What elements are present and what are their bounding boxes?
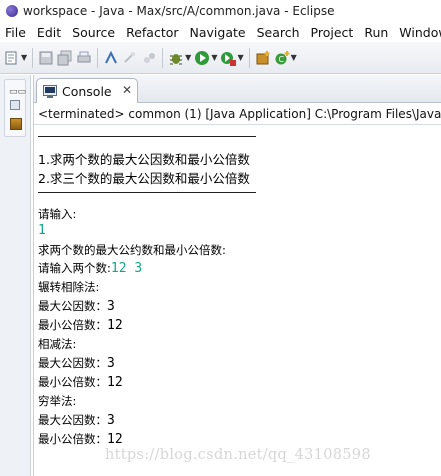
toolbar-separator xyxy=(97,47,99,68)
lcm-value: 12 xyxy=(107,432,123,447)
debug-icon xyxy=(170,53,183,64)
gcd-value: 3 xyxy=(107,356,115,371)
lcm-value: 12 xyxy=(107,375,123,390)
run-icon xyxy=(195,50,210,65)
lcm-value: 12 xyxy=(107,318,123,333)
lcm-label: 最小公倍数： xyxy=(38,375,107,389)
toolbar-separator xyxy=(32,47,34,68)
chevron-down-icon[interactable]: ▼ xyxy=(21,53,27,62)
divider-line xyxy=(38,136,256,137)
section-heading: 求两个数的最大公约数和最小公倍数: xyxy=(38,243,226,257)
window-title: workspace - Java - Max/src/A/common.java… xyxy=(23,4,335,18)
chevron-down-icon[interactable]: ▼ xyxy=(185,53,191,62)
method-subtraction-label: 相减法: xyxy=(38,337,77,351)
method-exhaustive-label: 穷举法: xyxy=(38,394,77,408)
save-button[interactable] xyxy=(38,48,54,68)
new-java-package-icon xyxy=(256,50,270,64)
external-tools-icon xyxy=(221,51,237,66)
chevron-down-icon[interactable]: ▼ xyxy=(237,53,243,62)
restore-icon[interactable] xyxy=(10,100,20,110)
save-icon xyxy=(39,51,53,64)
svg-text:C: C xyxy=(278,55,284,64)
prompt-two-numbers-line: 请输入两个数:12 3 xyxy=(38,260,142,276)
save-all-button[interactable] xyxy=(57,48,73,68)
view-tab-row: Console ✕ xyxy=(34,75,441,103)
close-icon[interactable]: ✕ xyxy=(122,83,132,97)
console-output[interactable]: 1.求两个数的最大公因数和最小公倍数 2.求三个数的最大公因数和最小公倍数 请输… xyxy=(38,129,440,474)
save-all-icon xyxy=(57,50,72,65)
print-button[interactable] xyxy=(76,48,92,68)
input-numbers: 12 3 xyxy=(110,261,143,276)
lcm-line: 最小公倍数：12 xyxy=(38,374,123,390)
tab-console[interactable]: Console ✕ xyxy=(36,78,138,103)
open-type-icon xyxy=(105,50,118,63)
toggle-mark-button[interactable] xyxy=(141,48,157,68)
toolbar-separator xyxy=(248,47,250,68)
gcd-label: 最大公因数： xyxy=(38,299,107,313)
gcd-label: 最大公因数： xyxy=(38,413,107,427)
minimized-stack: ▭▭ xyxy=(4,79,26,137)
console-view: Console ✕ <terminated> common (1) [Java … xyxy=(33,75,441,476)
eclipse-icon xyxy=(6,5,18,17)
external-tools-button[interactable]: ▼ xyxy=(220,48,244,68)
menu-refactor[interactable]: Refactor xyxy=(121,25,184,40)
new-java-class-icon: C xyxy=(275,50,290,64)
debug-button[interactable]: ▼ xyxy=(168,48,191,68)
gcd-line: 最大公因数：3 xyxy=(38,412,115,428)
menu-navigate[interactable]: Navigate xyxy=(185,25,252,40)
lcm-line: 最小公倍数：12 xyxy=(38,431,123,447)
search-icon xyxy=(124,51,136,63)
gcd-line: 最大公因数：3 xyxy=(38,298,115,314)
menu-search[interactable]: Search xyxy=(252,25,306,40)
toggle-mark-icon xyxy=(144,52,156,63)
new-java-package-button[interactable] xyxy=(255,48,271,68)
gcd-value: 3 xyxy=(107,413,115,428)
chevron-down-icon[interactable]: ▼ xyxy=(211,53,217,62)
left-trim-stack: ▭▭ xyxy=(0,75,31,476)
run-button[interactable]: ▼ xyxy=(194,48,217,68)
menu-option-2: 2.求三个数的最大公因数和最小公倍数 xyxy=(38,171,250,186)
toolbar-separator xyxy=(162,47,164,68)
input-choice: 1 xyxy=(38,223,46,238)
menu-source[interactable]: Source xyxy=(67,25,121,40)
chevron-down-icon[interactable]: ▼ xyxy=(291,53,297,62)
divider-line xyxy=(38,192,256,193)
gcd-value: 3 xyxy=(107,299,115,314)
method-euclid-label: 辗转相除法: xyxy=(38,280,100,294)
menu-project[interactable]: Project xyxy=(306,25,360,40)
gcd-line: 最大公因数：3 xyxy=(38,355,115,371)
new-java-class-button[interactable]: C ▼ xyxy=(274,48,297,68)
menu-option-1: 1.求两个数的最大公因数和最小公倍数 xyxy=(38,152,250,167)
console-status: <terminated> common (1) [Java Applicatio… xyxy=(34,104,441,125)
title-bar: workspace - Java - Max/src/A/common.java… xyxy=(0,0,441,22)
lcm-label: 最小公倍数： xyxy=(38,432,107,446)
minimize-icon[interactable]: ▭▭ xyxy=(9,87,26,97)
search-button[interactable] xyxy=(122,48,138,68)
watermark: https://blog.csdn.net/qq_43108598 xyxy=(105,447,371,463)
new-button[interactable]: ▼ xyxy=(4,48,27,68)
tab-console-label: Console xyxy=(62,83,112,99)
prompt-input: 请输入: xyxy=(38,207,77,221)
main-toolbar: ▼ ▼ ▼ ▼ C ▼ xyxy=(0,42,441,74)
menu-window[interactable]: Window xyxy=(394,25,441,40)
gcd-label: 最大公因数： xyxy=(38,356,107,370)
lcm-line: 最小公倍数：12 xyxy=(38,317,123,333)
new-icon xyxy=(5,51,17,64)
menu-run[interactable]: Run xyxy=(359,25,394,40)
console-icon xyxy=(43,84,57,98)
menu-bar: File Edit Source Refactor Navigate Searc… xyxy=(0,22,441,42)
menu-file[interactable]: File xyxy=(0,25,32,40)
lcm-label: 最小公倍数： xyxy=(38,318,107,332)
menu-edit[interactable]: Edit xyxy=(32,25,67,40)
prompt-two-numbers: 请输入两个数: xyxy=(38,261,111,275)
print-icon xyxy=(77,51,91,62)
package-explorer-icon[interactable] xyxy=(10,118,22,130)
open-type-button[interactable] xyxy=(103,48,119,68)
